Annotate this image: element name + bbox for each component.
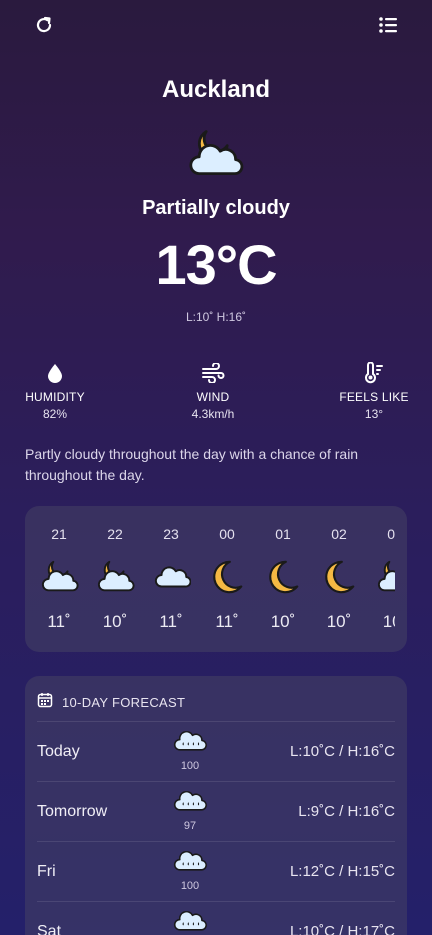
hour-temp: 11˚ xyxy=(215,612,239,631)
moon-cloud-icon xyxy=(97,558,135,596)
humidity-stat: HUMIDITY 82% xyxy=(0,360,110,421)
hour-time: 00 xyxy=(219,526,235,542)
forecast-day: Sat xyxy=(37,923,62,935)
rain-cloud-icon xyxy=(173,791,207,815)
moon-cloud-icon xyxy=(186,126,246,182)
hour-temp: 11˚ xyxy=(47,612,71,631)
hour-time: 01 xyxy=(275,526,291,542)
humidity-label: HUMIDITY xyxy=(25,390,85,404)
hour-time: 02 xyxy=(331,526,347,542)
thermometer-icon xyxy=(319,360,429,386)
wind-stat: WIND 4.3km/h xyxy=(158,360,268,421)
hour-time: 21 xyxy=(51,526,67,542)
forecast-row[interactable]: Fri 100 L:12˚C / H:15˚C xyxy=(37,841,395,901)
moon-icon xyxy=(265,558,303,596)
forecast-day: Tomorrow xyxy=(37,803,108,820)
forecast-precip: 100 xyxy=(180,760,200,772)
wind-label: WIND xyxy=(196,390,230,404)
forecast-precip: 100 xyxy=(180,880,200,892)
hour-temp: 10˚ xyxy=(270,612,296,631)
calendar-icon xyxy=(37,692,53,713)
hour-item: 22 10˚ xyxy=(87,506,143,652)
forecast-range: L:12˚C / H:15˚C xyxy=(289,863,395,880)
hourly-scroll[interactable]: 21 11˚ 22 10˚ 23 11˚ 00 11˚ 01 10˚ 02 10… xyxy=(25,506,395,652)
moon-cloud-icon xyxy=(41,558,79,596)
ten-day-forecast-card: 10-DAY FORECAST Today 100 L:10˚C / H:16˚… xyxy=(25,676,407,935)
droplet-icon xyxy=(0,360,110,386)
hour-item: 00 11˚ xyxy=(199,506,255,652)
feels-like-stat: FEELS LIKE 13° xyxy=(319,360,429,421)
hour-time: 23 xyxy=(163,526,179,542)
refresh-icon[interactable] xyxy=(31,12,57,38)
moon-icon xyxy=(209,558,247,596)
rain-cloud-icon xyxy=(173,911,207,935)
forecast-day: Fri xyxy=(37,863,56,880)
forecast-row[interactable]: Sat 100 L:10˚C / H:17˚C xyxy=(37,901,395,935)
rain-cloud-icon xyxy=(173,731,207,755)
forecast-row[interactable]: Tomorrow 97 L:9˚C / H:16˚C xyxy=(37,781,395,841)
list-menu-icon[interactable] xyxy=(375,12,401,38)
hour-temp: 10˚ xyxy=(102,612,128,631)
forecast-title: 10-DAY FORECAST xyxy=(62,694,186,710)
top-bar xyxy=(0,0,432,50)
hour-item: 21 11˚ xyxy=(31,506,87,652)
hourly-forecast-card[interactable]: 21 11˚ 22 10˚ 23 11˚ 00 11˚ 01 10˚ 02 10… xyxy=(25,506,407,652)
hour-item: 02 10˚ xyxy=(311,506,367,652)
city-name: Auckland xyxy=(161,76,271,103)
hour-time: 22 xyxy=(107,526,123,542)
forecast-range: L:9˚C / H:16˚C xyxy=(298,803,395,820)
hour-temp: 10˚ xyxy=(326,612,352,631)
hour-item: 01 10˚ xyxy=(255,506,311,652)
forecast-range: L:10˚C / H:16˚C xyxy=(289,743,395,760)
forecast-range: L:10˚C / H:17˚C xyxy=(289,923,395,935)
current-condition: Partially cloudy xyxy=(142,197,290,219)
low-high-temperature: L:10˚ H:16˚ xyxy=(185,310,247,324)
current-temperature: 13°C xyxy=(155,233,277,296)
hour-time: 03 xyxy=(387,526,395,542)
forecast-header: 10-DAY FORECAST xyxy=(37,692,185,712)
feels-like-value: 13° xyxy=(364,407,384,421)
humidity-value: 82% xyxy=(42,407,68,421)
rain-cloud-icon xyxy=(173,851,207,875)
feels-like-label: FEELS LIKE xyxy=(339,390,409,404)
moon-cloud-icon xyxy=(377,558,395,596)
wind-value: 4.3km/h xyxy=(191,407,235,421)
hour-item: 23 11˚ xyxy=(143,506,199,652)
hour-temp: 11˚ xyxy=(159,612,183,631)
hour-item: 03 10˚ xyxy=(367,506,395,652)
moon-icon xyxy=(321,558,359,596)
hour-temp: 10˚ xyxy=(382,612,395,631)
forecast-precip: 97 xyxy=(183,820,197,832)
forecast-day: Today xyxy=(37,743,80,760)
weather-summary: Partly cloudy throughout the day with a … xyxy=(25,446,359,483)
forecast-row[interactable]: Today 100 L:10˚C / H:16˚C xyxy=(37,721,395,781)
wind-icon xyxy=(158,360,268,386)
cloud-icon xyxy=(153,558,191,596)
